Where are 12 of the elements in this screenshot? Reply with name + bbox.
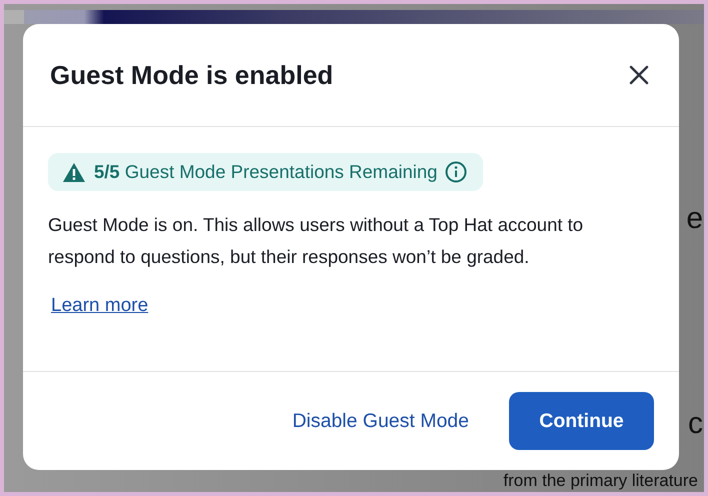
disable-button[interactable]: Disable Guest Mode [290,402,471,440]
info-icon[interactable] [445,161,468,183]
background-text: from the primary literature [503,472,698,489]
dialog-title: Guest Mode is enabled [50,60,334,90]
warning-icon [62,162,86,182]
background-text: c [688,409,703,439]
learn-more-link[interactable]: Learn more [51,295,148,317]
message-text: Guest Mode is on. This allows users without a Top Hat account to respond to questions, but their responses won’t be graded. [48,213,584,269]
close-icon [629,65,649,85]
continue-button[interactable]: Continue [509,392,654,450]
notice-text: 5/5 Guest Mode Presentations Remaining [94,161,438,183]
background-text: e [686,204,703,234]
